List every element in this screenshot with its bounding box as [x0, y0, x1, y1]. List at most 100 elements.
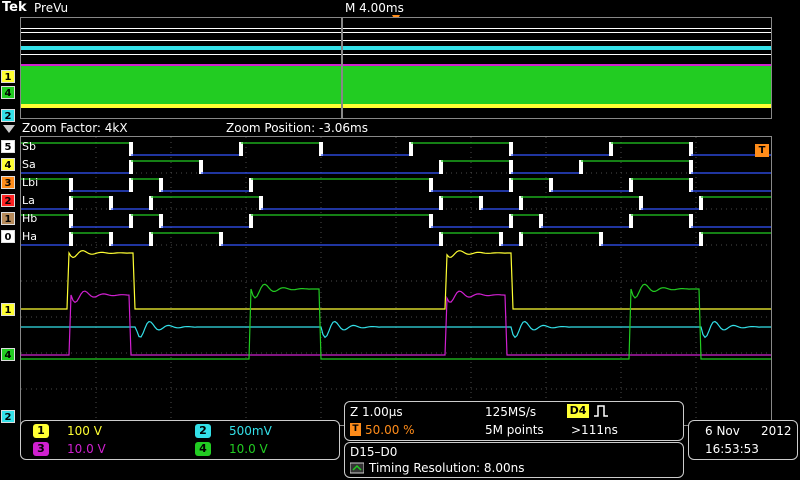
overview-ch2-marker[interactable]: 2 — [1, 109, 15, 122]
ch2-badge[interactable]: 2 — [195, 424, 211, 438]
digital-ch2-marker[interactable]: 2 — [1, 194, 15, 207]
digital-ch0-label: Ha — [22, 230, 38, 243]
ch4-scale: 10.0 V — [229, 442, 268, 456]
digital-edge — [479, 196, 483, 210]
digital-edge — [319, 142, 323, 156]
digital-edge — [129, 178, 133, 192]
digital-edge — [429, 214, 433, 228]
trigger-source-badge[interactable]: D4 — [567, 404, 589, 418]
digital-edge — [509, 142, 513, 156]
digital-edge — [579, 160, 583, 174]
digital-edge — [69, 214, 73, 228]
digital-edge — [509, 178, 513, 192]
timing-resolution: Timing Resolution: 8.00ns — [369, 461, 525, 475]
digital-ch4-marker[interactable]: 4 — [1, 158, 15, 171]
digital-edge — [549, 178, 553, 192]
ch1-badge[interactable]: 1 — [33, 424, 49, 438]
digital-edge — [519, 196, 523, 210]
ch3-waveform — [21, 290, 771, 356]
timebase-readout: M 4.00ms — [345, 1, 404, 15]
datetime-panel: 6 Nov 2012 16:53:53 — [688, 420, 798, 460]
ch4-badge[interactable]: 4 — [195, 442, 211, 456]
channel-scale-panel[interactable]: 1 100 V 2 500mV 3 10.0 V 4 10.0 V — [20, 420, 340, 460]
ch3-scale: 10.0 V — [67, 442, 106, 456]
digital-edge — [539, 214, 543, 228]
digital-edge — [109, 196, 113, 210]
digital-edge — [199, 160, 203, 174]
digital-edge — [109, 232, 113, 246]
rising-edge-icon — [594, 405, 608, 417]
digital-edge — [159, 214, 163, 228]
digital-ch5-marker[interactable]: 5 — [1, 140, 15, 153]
digital-ch3-label: Lbi — [22, 176, 39, 189]
overview-band — [21, 54, 771, 55]
overview-waveforms — [21, 28, 771, 108]
trigger-position-icon: T — [350, 423, 361, 436]
digital-edge — [409, 142, 413, 156]
digital-edge — [629, 178, 633, 192]
digital-edge — [439, 232, 443, 246]
digital-ch3-marker[interactable]: 3 — [1, 176, 15, 189]
digital-ch5-label: Sb — [22, 140, 36, 153]
overview-band — [21, 46, 771, 50]
digital-edge — [689, 160, 693, 174]
overview-band — [21, 40, 771, 41]
ch4-level-marker[interactable]: 4 — [1, 348, 15, 361]
digital-edge — [129, 142, 133, 156]
overview-ch1-envelope — [21, 104, 771, 108]
zoom-factor: Zoom Factor: 4kX — [22, 121, 128, 135]
digital-edge — [69, 178, 73, 192]
overview-ch4-envelope — [21, 66, 771, 108]
sample-rate: 125MS/s — [485, 405, 537, 419]
digital-edge — [219, 232, 223, 246]
overview-ch1-marker[interactable]: 1 — [1, 70, 15, 83]
digital-edge — [69, 232, 73, 246]
digital-edge — [129, 160, 133, 174]
digital-edge — [639, 196, 643, 210]
bus-icon — [350, 462, 364, 474]
acquisition-mode: PreVu — [34, 1, 69, 15]
digital-edge — [129, 214, 133, 228]
digital-edge — [699, 196, 703, 210]
trigger-level-marker[interactable]: T — [755, 144, 769, 157]
main-graticule — [20, 136, 772, 426]
digital-ch1-marker[interactable]: 1 — [1, 212, 15, 225]
digital-edge — [509, 160, 513, 174]
overview-band — [21, 32, 771, 33]
overview-band — [21, 28, 771, 29]
trigger-level: >111ns — [571, 423, 618, 437]
horizontal-scale: Z 1.00µs — [350, 405, 403, 419]
ch2-level-marker[interactable]: 2 — [1, 410, 15, 423]
digital-edge — [499, 232, 503, 246]
digital-edge — [429, 178, 433, 192]
digital-edge — [699, 232, 703, 246]
acquisition-panel[interactable]: Z 1.00µs 125MS/s D4 T 50.00 % 5M points … — [344, 401, 684, 441]
digital-ch1-label: Hb — [22, 212, 38, 225]
brand-logo: Tek — [2, 0, 27, 15]
bus-panel[interactable]: D15–D0 Timing Resolution: 8.00ns — [344, 442, 684, 478]
main-display-svg — [21, 137, 771, 425]
digital-edge — [509, 214, 513, 228]
digital-edge — [249, 178, 253, 192]
overview-ch4-marker[interactable]: 4 — [1, 86, 15, 99]
ch1-scale: 100 V — [67, 424, 102, 438]
digital-ch4-label: Sa — [22, 158, 36, 171]
bus-name: D15–D0 — [350, 445, 398, 459]
overview-display — [20, 17, 772, 119]
digital-edge — [239, 142, 243, 156]
digital-edge — [149, 196, 153, 210]
digital-edge — [689, 142, 693, 156]
ch3-badge[interactable]: 3 — [33, 442, 49, 456]
digital-edge — [439, 196, 443, 210]
zoom-down-arrow-icon — [3, 125, 15, 133]
digital-ch0-marker[interactable]: 0 — [1, 230, 15, 243]
digital-edge — [599, 232, 603, 246]
ch2-scale: 500mV — [229, 424, 272, 438]
digital-edge — [69, 196, 73, 210]
record-length: 5M points — [485, 423, 544, 437]
zoom-window-indicator[interactable] — [341, 17, 343, 119]
year: 2012 — [761, 424, 792, 438]
digital-edge — [159, 178, 163, 192]
ch1-level-marker[interactable]: 1 — [1, 303, 15, 316]
digital-edge — [689, 214, 693, 228]
